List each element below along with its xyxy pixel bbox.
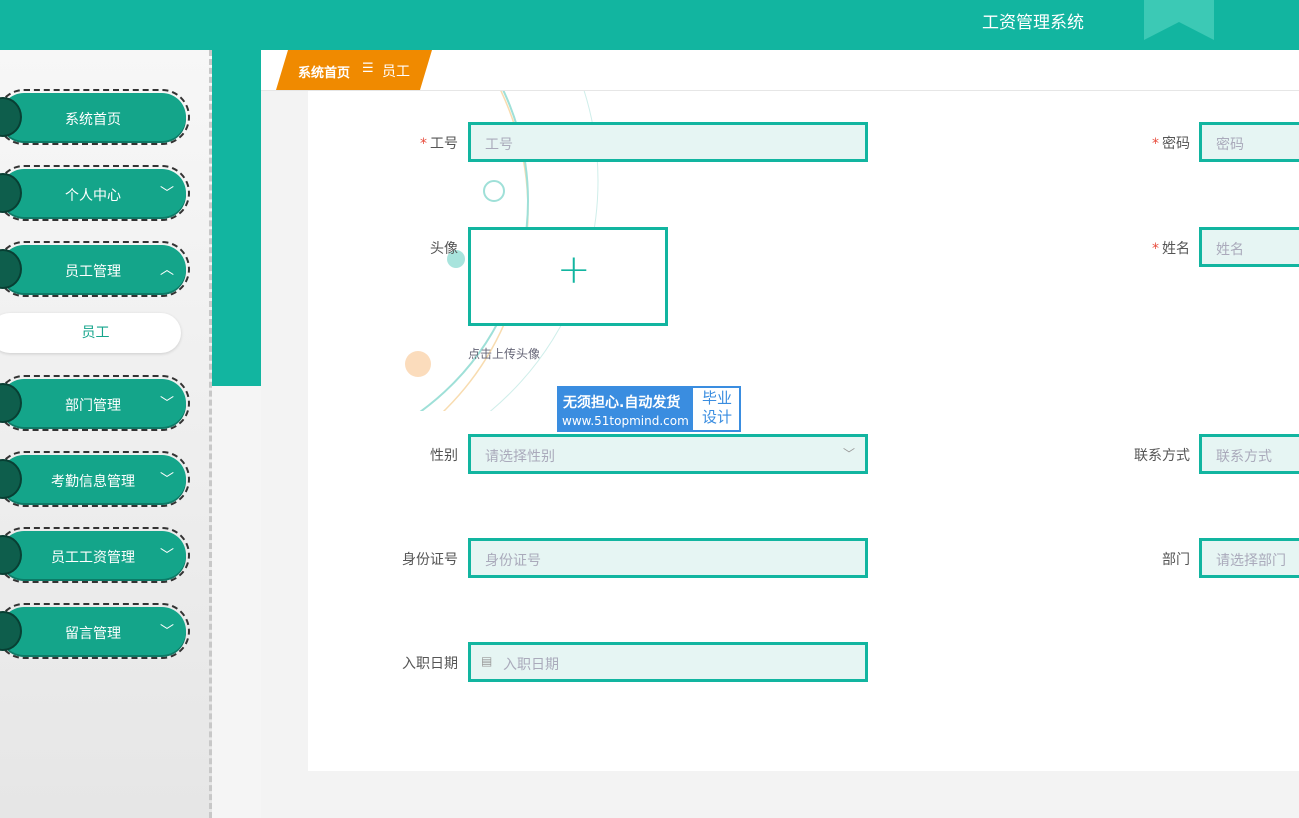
breadcrumb: 系统首页 ☰ 员工 — [276, 50, 432, 90]
avatar-upload[interactable]: + — [468, 227, 668, 326]
contact-label: 联系方式 — [1134, 448, 1190, 464]
app-title: 工资管理系统 — [982, 13, 1084, 33]
chevron-down-icon: ﹀ — [160, 548, 174, 564]
name-input[interactable]: 姓名 — [1199, 227, 1299, 267]
id-card-input[interactable]: 身份证号 — [468, 538, 868, 578]
sidebar-item-label: 个人中心 — [65, 188, 121, 204]
content-gutter — [261, 91, 308, 771]
top-bar: 工资管理系统 — [0, 0, 1299, 50]
chevron-down-icon: ﹀ — [842, 447, 855, 461]
sidebar-item-label: 员工管理 — [65, 264, 121, 280]
hire-date-picker[interactable]: ▤ 入职日期 — [468, 642, 868, 682]
employee-no-input[interactable]: 工号 — [468, 122, 868, 162]
sidebar-item-salary-management[interactable]: 员工工资管理 ﹀ — [0, 527, 190, 583]
plus-icon: + — [557, 247, 591, 293]
id-card-label: 身份证号 — [402, 552, 458, 568]
password-label: * 密码 — [1152, 136, 1190, 152]
name-label: * 姓名 — [1152, 241, 1190, 257]
sidebar-item-department-management[interactable]: 部门管理 ﹀ — [0, 375, 190, 431]
department-label: 部门 — [1162, 552, 1190, 568]
hire-date-label: 入职日期 — [402, 656, 458, 672]
sidebar-item-message-management[interactable]: 留言管理 ﹀ — [0, 603, 190, 659]
gender-select[interactable]: 请选择性别 ﹀ — [468, 434, 868, 474]
sidebar-item-attendance-management[interactable]: 考勤信息管理 ﹀ — [0, 451, 190, 507]
sidebar-item-label: 考勤信息管理 — [51, 474, 135, 490]
avatar-upload-hint: 点击上传头像 — [468, 347, 541, 361]
sidebar-accent-block — [212, 50, 261, 386]
gender-label: 性别 — [430, 448, 458, 464]
contact-input[interactable]: 联系方式 — [1199, 434, 1299, 474]
chevron-down-icon: ﹀ — [160, 396, 174, 412]
chevron-down-icon: ﹀ — [160, 472, 174, 488]
breadcrumb-current: 员工 — [382, 64, 410, 80]
employee-no-label: * 工号 — [420, 136, 458, 152]
sidebar-item-label: 部门管理 — [65, 398, 121, 414]
submenu-item-employee[interactable]: 员工 — [0, 313, 181, 353]
bottom-strip — [261, 771, 1299, 818]
chevron-up-icon: ︿ — [160, 262, 174, 278]
sidebar-item-label: 留言管理 — [65, 626, 121, 642]
sidebar-item-label: 员工工资管理 — [51, 550, 135, 566]
calendar-icon: ▤ — [481, 654, 493, 668]
password-input[interactable]: 密码 — [1199, 122, 1299, 162]
watermark-badge: 无须担心.自动发货 www.51topmind.com 毕业设计 — [557, 386, 741, 432]
chevron-down-icon: ﹀ — [160, 624, 174, 640]
breadcrumb-separator-icon: ☰ — [362, 61, 374, 76]
avatar-label: 头像 — [430, 241, 458, 257]
header-decoration — [1144, 0, 1214, 40]
submenu-item-label: 员工 — [81, 325, 110, 341]
breadcrumb-home-link[interactable]: 系统首页 — [298, 62, 350, 81]
sidebar-item-label: 系统首页 — [65, 112, 121, 128]
chevron-down-icon: ﹀ — [160, 186, 174, 202]
sidebar-item-home[interactable]: 系统首页 — [0, 89, 190, 145]
department-select[interactable]: 请选择部门 — [1199, 538, 1299, 578]
sidebar-item-employee-management[interactable]: 员工管理 ︿ — [0, 241, 190, 297]
sidebar-item-personal-center[interactable]: 个人中心 ﹀ — [0, 165, 190, 221]
